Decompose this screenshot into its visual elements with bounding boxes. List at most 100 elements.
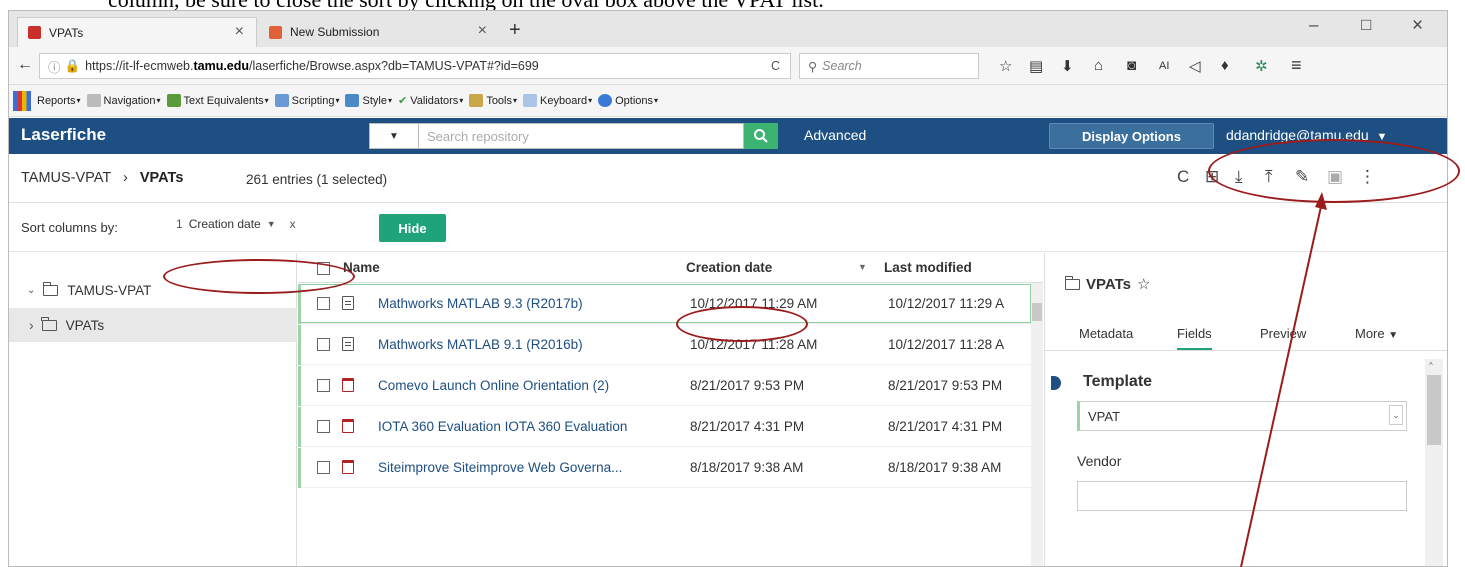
- column-creation-date-header[interactable]: Creation date: [686, 260, 772, 275]
- tree-item-tamus-vpat[interactable]: ⌄ TAMUS-VPAT: [9, 273, 297, 307]
- tab-close-icon[interactable]: ×: [235, 23, 244, 41]
- sort-field: Creation date: [188, 217, 261, 231]
- last-modified: 8/21/2017 4:31 PM: [888, 419, 1003, 434]
- table-row[interactable]: Mathworks MATLAB 9.3 (R2017b) 10/12/2017…: [298, 284, 1031, 324]
- ai-extension-icon[interactable]: AI: [1159, 60, 1169, 72]
- row-checkbox[interactable]: [317, 297, 330, 310]
- toolbar-style[interactable]: Style ▾: [345, 94, 392, 107]
- menu-hamburger-icon[interactable]: ≡: [1291, 55, 1302, 76]
- file-name[interactable]: Mathworks MATLAB 9.3 (R2017b): [378, 296, 583, 311]
- toolbar-tools[interactable]: Tools ▾: [469, 94, 517, 107]
- close-window-button[interactable]: ×: [1412, 15, 1423, 37]
- upload-icon[interactable]: ⤒: [1265, 167, 1273, 187]
- display-options-button[interactable]: Display Options: [1049, 123, 1214, 149]
- column-name-header[interactable]: Name: [343, 260, 380, 275]
- repository-search-button[interactable]: [744, 123, 778, 149]
- toolbar-text-equivalents[interactable]: Text Equivalents ▾: [166, 94, 269, 107]
- toolbar-label: Text Equivalents: [183, 94, 264, 107]
- advanced-search-link[interactable]: Advanced: [804, 127, 866, 143]
- row-checkbox[interactable]: [317, 379, 330, 392]
- back-arrow-icon[interactable]: ←: [17, 56, 33, 74]
- chevron-down-icon[interactable]: ⌄: [27, 285, 35, 296]
- more-actions-icon[interactable]: ⋮: [1359, 167, 1376, 187]
- user-menu[interactable]: ddandridge@tamu.edu ▼: [1226, 127, 1387, 143]
- file-name[interactable]: Mathworks MATLAB 9.1 (R2016b): [378, 337, 583, 352]
- download-icon[interactable]: ⤓: [1235, 167, 1243, 187]
- minimize-button[interactable]: –: [1309, 15, 1318, 35]
- tab-new-submission[interactable]: New Submission ×: [259, 17, 499, 47]
- new-tab-button[interactable]: +: [509, 19, 521, 42]
- document-icon: [342, 296, 354, 310]
- tab-metadata[interactable]: Metadata: [1079, 326, 1133, 341]
- toolbar-validators[interactable]: ✔ Validators ▾: [398, 94, 463, 108]
- tree-item-vpats[interactable]: › VPATs: [9, 308, 297, 342]
- tab-vpats[interactable]: VPATs ×: [17, 17, 257, 47]
- toolbar-scripting[interactable]: Scripting ▾: [274, 94, 339, 107]
- remove-sort-button[interactable]: x: [290, 217, 296, 231]
- browser-search-field[interactable]: ⚲ Search: [799, 53, 979, 79]
- rename-icon[interactable]: ▣: [1327, 167, 1343, 187]
- row-checkbox[interactable]: [317, 338, 330, 351]
- template-select[interactable]: VPAT: [1077, 401, 1407, 431]
- pocket-icon[interactable]: ◙: [1127, 57, 1136, 74]
- table-row[interactable]: Comevo Launch Online Orientation (2) 8/2…: [298, 366, 1031, 406]
- sort-chip[interactable]: 1 Creation date ▼ x: [176, 217, 296, 231]
- sort-direction-icon[interactable]: ▼: [267, 219, 276, 229]
- tab-close-icon[interactable]: ×: [478, 22, 487, 40]
- column-last-modified-header[interactable]: Last modified: [884, 260, 972, 275]
- pdf-icon: [342, 460, 354, 474]
- template-dropdown-icon[interactable]: ⌄: [1389, 405, 1403, 425]
- table-row[interactable]: Mathworks MATLAB 9.1 (R2016b) 10/12/2017…: [298, 325, 1031, 365]
- toolbar-keyboard[interactable]: Keyboard ▾: [523, 94, 592, 107]
- tab-more[interactable]: More ▼: [1355, 326, 1398, 341]
- breadcrumb-separator: ›: [123, 170, 128, 186]
- details-scroll-thumb[interactable]: [1427, 375, 1441, 445]
- select-all-checkbox[interactable]: [317, 262, 330, 275]
- address-bar[interactable]: ⓘ 🔒 https://it-lf-ecmweb. tamu.edu/laserf…: [39, 53, 791, 79]
- scroll-up-icon[interactable]: ^: [1429, 361, 1433, 370]
- list-scroll-thumb[interactable]: [1032, 303, 1042, 321]
- bookmark-star-icon[interactable]: ☆: [999, 57, 1012, 75]
- extension-arrow-icon[interactable]: ◁: [1189, 57, 1201, 75]
- reading-list-icon[interactable]: ▤: [1029, 57, 1043, 75]
- row-checkbox[interactable]: [317, 420, 330, 433]
- tab-fields[interactable]: Fields: [1177, 326, 1212, 350]
- breadcrumb-bar: TAMUS-VPAT › VPATs 261 entries (1 select…: [9, 155, 1447, 203]
- row-checkbox[interactable]: [317, 461, 330, 474]
- new-folder-icon[interactable]: ⊞: [1205, 167, 1219, 187]
- vendor-input[interactable]: [1077, 481, 1407, 511]
- repository-search-input[interactable]: Search repository: [419, 123, 744, 149]
- laserfiche-logo[interactable]: Laserfiche: [21, 125, 106, 145]
- home-icon[interactable]: ⌂: [1094, 57, 1103, 74]
- file-name[interactable]: IOTA 360 Evaluation IOTA 360 Evaluation: [378, 419, 627, 434]
- search-scope-dropdown[interactable]: ▼: [369, 123, 419, 149]
- chevron-right-icon[interactable]: ›: [29, 317, 34, 333]
- image-icon: [166, 94, 181, 107]
- details-scrollbar[interactable]: ^: [1425, 359, 1443, 566]
- maximize-button[interactable]: □: [1361, 15, 1371, 35]
- toolbar-navigation[interactable]: Navigation ▾: [86, 94, 161, 107]
- star-icon[interactable]: ☆: [1137, 275, 1150, 293]
- extension-puzzle-icon[interactable]: ✲: [1255, 57, 1268, 75]
- toolbar-reports[interactable]: Reports ▾: [37, 95, 81, 107]
- sign-icon[interactable]: ✎: [1295, 167, 1309, 187]
- caret-icon: ▾: [76, 96, 81, 105]
- refresh-icon[interactable]: C: [1177, 167, 1189, 187]
- file-name[interactable]: Comevo Launch Online Orientation (2): [378, 378, 609, 393]
- tab-preview[interactable]: Preview: [1260, 326, 1306, 341]
- breadcrumb-root[interactable]: TAMUS-VPAT: [21, 170, 111, 186]
- table-row[interactable]: Siteimprove Siteimprove Web Governa... 8…: [298, 448, 1031, 488]
- sort-order-number: 1: [176, 217, 183, 231]
- sort-desc-icon[interactable]: ▼: [858, 262, 867, 272]
- table-row[interactable]: IOTA 360 Evaluation IOTA 360 Evaluation …: [298, 407, 1031, 447]
- toolbar-options[interactable]: Options ▾: [598, 94, 658, 107]
- download-icon[interactable]: ⬇: [1061, 57, 1074, 75]
- search-placeholder: Search: [822, 59, 862, 73]
- list-scrollbar[interactable]: [1031, 283, 1043, 566]
- info-icon[interactable]: ⓘ: [48, 57, 61, 76]
- reload-icon[interactable]: C: [771, 59, 780, 73]
- extension-shield-icon[interactable]: ♦: [1221, 57, 1229, 74]
- hide-button[interactable]: Hide: [379, 214, 446, 242]
- sort-label: Sort columns by:: [21, 220, 118, 235]
- file-name[interactable]: Siteimprove Siteimprove Web Governa...: [378, 460, 622, 475]
